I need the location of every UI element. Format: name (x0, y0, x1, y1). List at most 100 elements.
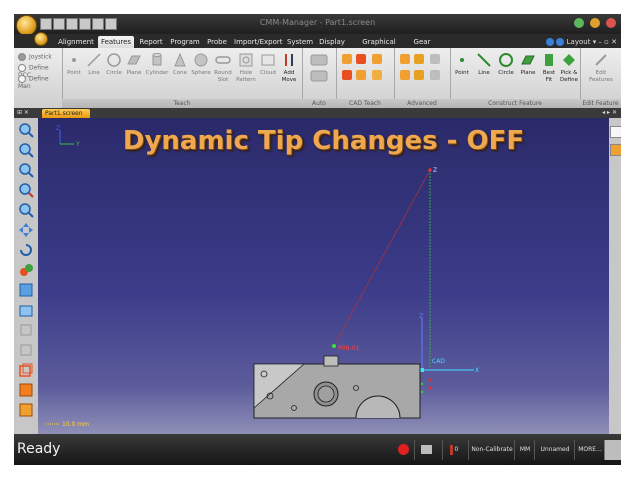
advanced-icon-6[interactable] (430, 70, 440, 80)
auto-feature-icon-2[interactable] (310, 70, 328, 82)
zoom-window-icon[interactable] (18, 182, 34, 198)
help-icon[interactable] (546, 38, 555, 46)
best-fit-label: Best Fit (542, 70, 556, 83)
shaded-edges-icon[interactable] (18, 402, 34, 418)
round-slot-icon (215, 56, 231, 64)
side-panel-icon-1[interactable] (610, 126, 621, 138)
mode-joystick[interactable]: Joystick (18, 53, 52, 61)
cad-teach-icon-6[interactable] (372, 70, 382, 80)
document-nav-icon[interactable]: ◂ ▸ ✕ (602, 108, 617, 118)
construct-point-button[interactable]: Point (452, 52, 472, 77)
layout-menu[interactable]: Layout ▾ – ▫ ✕ (546, 36, 617, 48)
teach-add-move-button[interactable]: Add Move (278, 52, 300, 84)
view-front-icon[interactable] (18, 282, 34, 298)
construct-plane-icon (521, 55, 535, 65)
view-option-icon-2[interactable] (18, 342, 34, 358)
edit-features-button[interactable]: Edit Features (584, 52, 618, 84)
teach-line-label: Line (88, 70, 100, 76)
construct-point-label: Point (455, 70, 469, 76)
more-button[interactable]: MORE... (574, 440, 605, 460)
shaded-icon[interactable] (18, 382, 34, 398)
tab-graphical-report[interactable]: Graphical Report (350, 36, 408, 58)
tab-report[interactable]: Report (138, 36, 164, 48)
construct-circle-button[interactable]: Circle (496, 52, 516, 77)
advanced-icon-3[interactable] (430, 54, 440, 64)
part-x-label: X (475, 367, 479, 374)
advanced-icon-4[interactable] (400, 70, 410, 80)
panel-pin-close-icon[interactable]: ⊞ ✕ (17, 108, 29, 118)
teach-circle-button[interactable]: Circle (104, 52, 124, 77)
window-controls-icon[interactable]: ▾ – ▫ ✕ (593, 38, 617, 46)
cad-teach-icon-3[interactable] (372, 54, 382, 64)
tab-display[interactable]: Display (318, 36, 346, 48)
pick-define-button[interactable]: Pick & Define (558, 52, 580, 84)
view-iso-icon[interactable] (18, 302, 34, 318)
tab-import-export[interactable]: Import/Export (234, 36, 283, 48)
teach-sphere-label: Sphere (191, 70, 211, 76)
construct-line-button[interactable]: Line (474, 52, 494, 77)
cad-teach-icon-5[interactable] (356, 70, 366, 80)
tab-gear[interactable]: Gear (412, 36, 432, 48)
cad-teach-icon-1[interactable] (342, 54, 352, 64)
teach-hole-pattern-button[interactable]: Hole Pattern (234, 52, 258, 84)
status-scroll-handle[interactable] (604, 440, 621, 460)
document-tab-part1[interactable]: Part1.screen (42, 109, 90, 118)
advanced-icon-5[interactable] (414, 70, 424, 80)
best-fit-button[interactable]: Best Fit (540, 52, 558, 84)
layout-label: Layout (566, 38, 591, 46)
probe-tip-icon (449, 444, 453, 455)
zoom-fit-icon[interactable] (18, 162, 34, 178)
cad-teach-icon-4[interactable] (342, 70, 352, 80)
tab-features[interactable]: Features (98, 36, 134, 48)
program-name-status: Unnamed (534, 440, 575, 460)
teach-cone-button[interactable]: Cone (170, 52, 190, 77)
minimize-icon[interactable] (574, 18, 584, 28)
advanced-group: Advanced (394, 48, 451, 108)
teach-cloud-button[interactable]: Cloud (258, 52, 278, 77)
teach-plane-button[interactable]: Plane (124, 52, 144, 77)
advanced-group-label: Advanced (394, 99, 450, 108)
cad-viewport[interactable]: Dynamic Tip Changes - OFF Z Y Z P0B-01 Z… (38, 118, 609, 434)
teach-point-button[interactable]: Point (64, 52, 84, 77)
teach-cone-label: Cone (172, 70, 188, 76)
construct-plane-button[interactable]: Plane (518, 52, 538, 77)
mode-define-man[interactable]: Define Man (18, 75, 62, 90)
probe-move-path (333, 169, 431, 347)
wireframe-icon[interactable] (18, 362, 34, 378)
cad-teach-icon-2[interactable] (356, 54, 366, 64)
tab-probe[interactable]: Probe (206, 36, 228, 48)
teach-cylinder-button[interactable]: Cylinder (144, 52, 170, 77)
rotate-icon[interactable] (18, 242, 34, 258)
view-option-icon-1[interactable] (18, 322, 34, 338)
ribbon-orb-icon[interactable] (34, 32, 48, 46)
zoom-dynamic-icon[interactable] (18, 202, 34, 218)
side-panel-icon-2[interactable] (610, 144, 621, 156)
teach-line-button[interactable]: Line (84, 52, 104, 77)
tab-alignment[interactable]: Alignment (56, 36, 96, 48)
construct-line-icon (477, 53, 491, 67)
close-icon[interactable] (606, 18, 616, 28)
emergency-stop-icon[interactable] (397, 444, 409, 455)
auto-feature-icon-1[interactable] (310, 54, 328, 66)
info-icon[interactable] (556, 38, 565, 46)
add-move-icon (285, 54, 293, 66)
maximize-icon[interactable] (590, 18, 600, 28)
stop-cell[interactable] (392, 440, 414, 460)
scale-label: 10.0 mm (62, 421, 89, 428)
zoom-out-icon[interactable] (18, 142, 34, 158)
cone-icon (174, 52, 186, 67)
tab-system[interactable]: System (286, 36, 314, 48)
advanced-icon-2[interactable] (414, 54, 424, 64)
pan-icon[interactable] (18, 222, 34, 238)
edit-feature-group: Edit Features Edit Feature (580, 48, 621, 108)
tab-program[interactable]: Program (170, 36, 200, 48)
view-reset-icon[interactable] (18, 262, 34, 278)
probe-point-label: P0B-01 (338, 345, 360, 352)
line-icon (87, 53, 101, 67)
probe-status-cell[interactable] (414, 440, 437, 460)
cad-teach-group: CAD Teach (336, 48, 395, 108)
teach-sphere-button[interactable]: Sphere (190, 52, 212, 77)
zoom-in-icon[interactable] (18, 122, 34, 138)
advanced-icon-1[interactable] (400, 54, 410, 64)
teach-round-slot-button[interactable]: Round Slot (212, 52, 234, 84)
